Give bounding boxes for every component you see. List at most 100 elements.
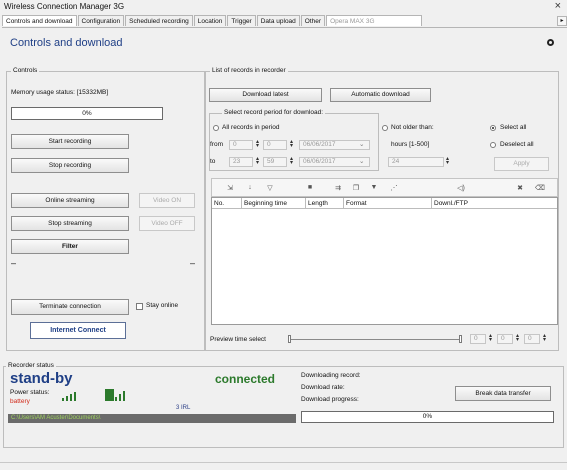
tab-other[interactable]: Other [300,15,326,26]
memory-usage-label: Memory usage status: [15332MB] [11,89,109,96]
filter-button[interactable]: Filter [11,239,129,254]
not-older-label: Not older than: [391,124,434,131]
tab-scroll-arrow-icon[interactable]: ▸ [557,16,567,26]
to-minute-field[interactable]: 59 [263,157,287,167]
automatic-download-button[interactable]: Automatic download [330,88,431,102]
records-toolbar: ⇲ ↓ ▽ ■ ⇉ ❐ ▼ ⋰ ◁) ✖ ⌫ [211,178,558,197]
stop-recording-button[interactable]: Stop recording [11,158,129,173]
records-table[interactable]: No. Beginning time Length Format Downl./… [211,197,558,325]
delete-icon[interactable]: ✖ [514,184,526,192]
terminate-connection-button[interactable]: Terminate connection [11,299,129,315]
tab-scheduled-recording[interactable]: Scheduled recording [125,15,193,26]
device-select-field[interactable]: Opera MAX 3G [326,15,423,26]
to-label: to [210,158,216,165]
internet-connect-label: Internet Connect [50,327,106,334]
gear-icon[interactable] [547,39,554,46]
column-header-no[interactable]: No. [212,198,242,209]
path-text: C:\Users\AM Acuster\Documents\ [11,415,101,421]
column-header-download-ftp[interactable]: Downl./FTP [432,198,492,209]
power-status-label: Power status: [10,389,50,396]
hours-value-field[interactable]: 24 [388,157,444,167]
download-progress-text: 0% [422,413,433,420]
download-progress-label: Download progress: [301,396,359,403]
tab-controls-and-download[interactable]: Controls and download [2,15,77,26]
from-minute-field[interactable]: 0 [263,140,287,150]
tab-configuration[interactable]: Configuration [77,15,125,26]
from-date-dropdown-icon[interactable]: ⌄ [359,140,364,148]
battery-label: battery [10,398,30,405]
status-bar [0,462,567,470]
to-hour-field[interactable]: 23 [229,157,253,167]
not-older-radio[interactable] [382,125,388,131]
column-header-format[interactable]: Format [344,198,432,209]
to-hour-spinner-icon[interactable]: ▴ ▾ [254,156,261,166]
preview-minute-spinner-icon[interactable]: ▴ ▾ [514,333,521,343]
window-title: Wireless Connection Manager 3G [4,2,125,11]
preview-slider-end-handle[interactable] [459,335,462,343]
tab-trigger[interactable]: Trigger [227,15,256,26]
preview-time-label: Preview time select [210,336,266,343]
break-data-transfer-button[interactable]: Break data transfer [455,386,551,401]
path-bar: C:\Users\AM Acuster\Documents\ [8,414,296,423]
video-on-button[interactable]: Video ON [139,193,195,208]
deselect-all-radio[interactable] [490,142,496,148]
video-off-button[interactable]: Video OFF [139,216,195,231]
internet-connect-box[interactable]: Internet Connect [30,322,126,339]
column-header-length[interactable]: Length [306,198,344,209]
trash-icon[interactable]: ⌫ [534,184,546,192]
to-minute-spinner-icon[interactable]: ▴ ▾ [288,156,295,166]
download-progress-bar: 0% [301,411,554,423]
tab-location[interactable]: Location [193,15,227,26]
preview-second-spinner-icon[interactable]: ▴ ▾ [541,333,548,343]
recorder-state: stand-by [10,370,73,387]
preview-time-slider[interactable] [289,339,461,340]
recorder-status-group: Recorder status [3,362,564,448]
preview-second-field[interactable]: 0 [524,334,540,344]
controls-group-label: Controls [11,67,40,74]
map-icon[interactable]: ⋰ [388,184,400,192]
speaker-icon[interactable]: ◁) [455,184,467,192]
from-hour-field[interactable]: 0 [229,140,253,150]
right-level-indicator: – [190,258,196,268]
online-streaming-button[interactable]: Online streaming [11,193,129,208]
copy-icon[interactable]: ❐ [350,184,362,192]
all-records-label: All records in period [222,124,280,131]
downloading-record-label: Downloading record: [301,372,361,379]
to-date-dropdown-icon[interactable]: ⌄ [359,157,364,165]
filter-icon[interactable]: ▼ [368,184,380,191]
download-rate-label: Download rate: [301,384,345,391]
preview-minute-field[interactable]: 0 [497,334,513,344]
recorder-status-label: Recorder status [6,362,56,369]
from-minute-spinner-icon[interactable]: ▴ ▾ [288,139,295,149]
hours-range-label: hours [1-500] [391,141,430,148]
arrow-down-icon[interactable]: ↓ [244,184,256,191]
start-recording-button[interactable]: Start recording [11,134,129,149]
from-hour-spinner-icon[interactable]: ▴ ▾ [254,139,261,149]
all-records-radio[interactable] [213,125,219,131]
network-signal-icon [105,389,125,401]
apply-button[interactable]: Apply [494,157,549,171]
column-header-beginning-time[interactable]: Beginning time [242,198,306,209]
tab-panel-border [2,27,567,28]
page-title: Controls and download [10,37,123,49]
preview-hour-field[interactable]: 0 [470,334,486,344]
memory-progress-text: 0% [82,110,92,117]
hours-spinner-icon[interactable]: ▴ ▾ [444,156,451,166]
power-signal-icon [62,392,76,401]
signal-label: 3 IRL [176,405,191,411]
close-icon[interactable]: × [555,0,561,12]
funnel-icon[interactable]: ▽ [264,184,276,192]
left-level-indicator: – [11,258,17,268]
tab-data-upload[interactable]: Data upload [256,15,300,26]
from-label: from [210,141,223,148]
download-icon[interactable]: ⇲ [224,184,236,192]
download-latest-button[interactable]: Download latest [209,88,322,102]
select-all-radio[interactable] [490,125,496,131]
preview-hour-spinner-icon[interactable]: ▴ ▾ [487,333,494,343]
stay-online-checkbox[interactable] [136,303,143,310]
play-icon[interactable]: ■ [304,184,316,191]
stop-streaming-button[interactable]: Stop streaming [11,216,129,231]
tab-bar: Controls and download Configuration Sche… [2,15,423,27]
audio-icon[interactable]: ⇉ [332,184,344,192]
preview-slider-start-handle[interactable] [288,335,291,343]
